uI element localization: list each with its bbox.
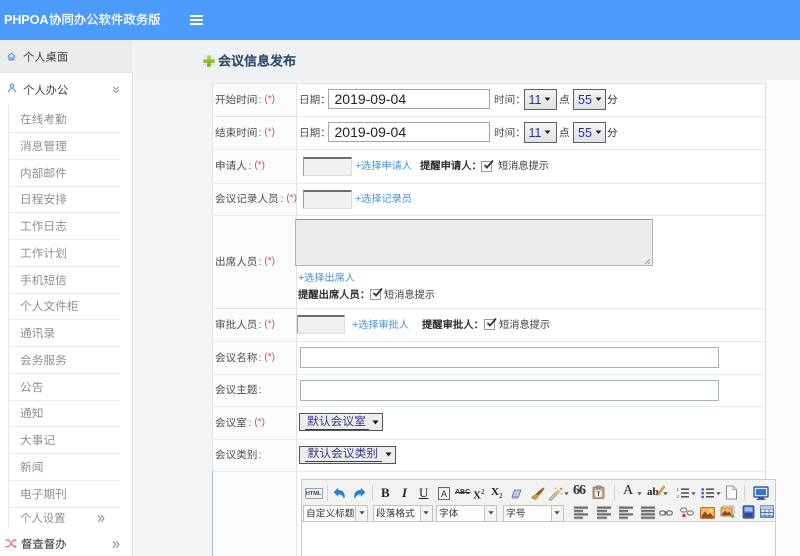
svg-text:2: 2 bbox=[677, 494, 680, 499]
svg-text:1: 1 bbox=[677, 487, 680, 492]
svg-text:T: T bbox=[597, 491, 601, 498]
